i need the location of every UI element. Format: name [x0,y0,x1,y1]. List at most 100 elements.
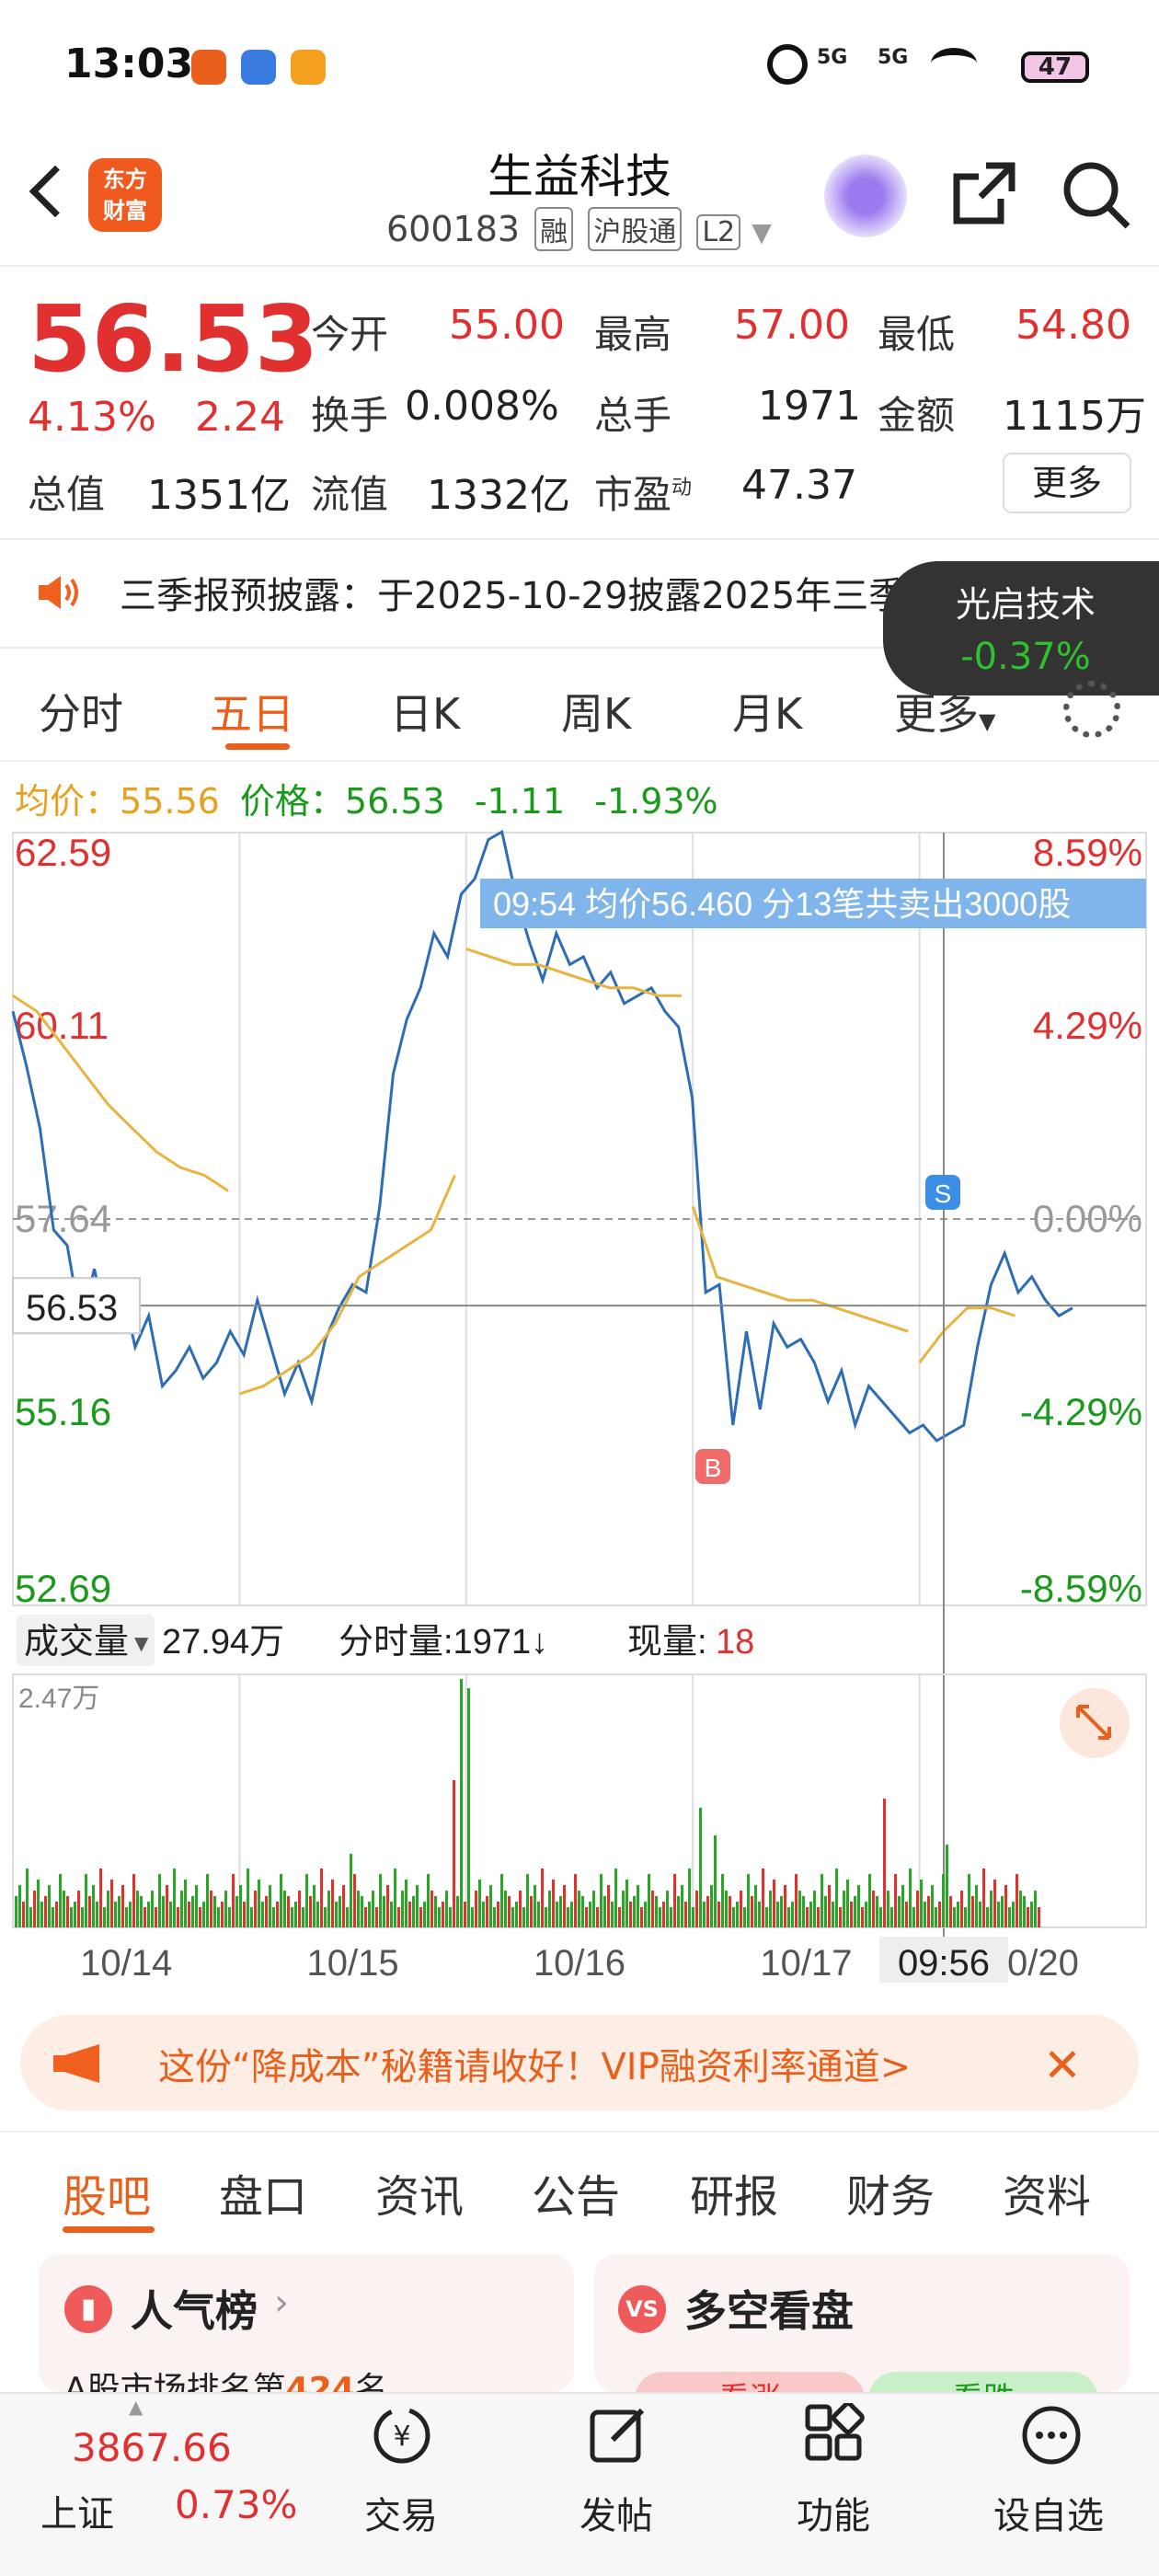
caret-icon: ▼ [979,708,996,734]
x-tick-label: 10/14 [80,1943,172,1983]
tab-more[interactable]: 更多▼ [894,681,995,742]
y-tick-right: 8.59% [1033,831,1142,874]
volume-bar [916,1891,919,1927]
volume-bar [548,1891,551,1927]
five-day-chart[interactable]: 62.59 8.59% 60.11 4.29% 57.64 0.00% 55.16 -4.29… [0,759,1159,1983]
high-label: 最高 [594,312,672,357]
volume-bar [427,1874,430,1927]
volume-bar [1019,1891,1022,1927]
index-name[interactable]: 上证 [40,2484,114,2537]
more-button[interactable]: 更多 [1003,453,1131,513]
volume-bar [59,1874,62,1927]
assistant-avatar-icon[interactable] [824,155,907,237]
y-tick-right: -4.29% [1020,1390,1142,1433]
volume-bar [736,1902,739,1927]
chevron-down-icon[interactable]: ▼ [752,217,772,247]
tab-profile[interactable]: 资料 [1003,2160,1091,2225]
avg-line [918,1306,1016,1364]
nav-post[interactable]: 发帖 [580,2486,653,2539]
index-value[interactable]: 3867.66 [72,2425,232,2470]
tab-finance[interactable]: 财务 [846,2160,935,2225]
bull-bear-title: 多空看盘 [684,2286,854,2336]
volume-bar [401,1891,404,1927]
volume-bar [585,1907,588,1927]
tab-forum[interactable]: 股吧 [63,2160,151,2225]
nav-add-watchlist[interactable]: 设自选 [993,2486,1104,2539]
volume-bar [416,1885,419,1927]
tab-weekly-k[interactable]: 周K [561,681,631,742]
volume-bar [125,1907,128,1927]
volume-bar [169,1902,172,1927]
tab-research[interactable]: 研报 [690,2160,778,2225]
volume-bar [26,1869,29,1927]
volume-bar [419,1907,422,1927]
volume-bar [684,1902,687,1927]
tab-five-day[interactable]: 五日 [210,681,294,742]
nav-function[interactable]: 功能 [797,2486,870,2539]
volume-bar [453,1780,455,1927]
status-time: 13:03 [64,40,194,87]
tab-intraday[interactable]: 分时 [39,681,123,742]
volume-bar [883,1799,886,1927]
tab-daily-k[interactable]: 日K [390,681,460,742]
volume-bar [114,1902,117,1927]
volume-bar [265,1896,268,1927]
volume-bar [868,1874,871,1927]
gear-icon[interactable] [1063,681,1120,738]
share-icon[interactable] [949,158,1019,228]
more-dots-icon[interactable] [1019,2403,1084,2467]
volume-bar [993,1880,996,1927]
volume-bar [188,1902,190,1927]
index-pct[interactable]: 0.73% [175,2482,297,2527]
volume-bar [942,1874,945,1927]
nav-trade[interactable]: 交易 [364,2486,438,2539]
volume-bar [353,1874,356,1927]
volume-bar [162,1896,165,1927]
volume-bar [151,1891,154,1927]
volume-bar [221,1902,224,1927]
volume-bar [213,1896,216,1927]
volume-bar [397,1907,400,1927]
float-value: 1332亿 [427,472,570,519]
volume-bar [184,1880,187,1927]
volume-bar [18,1885,21,1927]
volume-bar [633,1896,636,1927]
tab-monthly-k[interactable]: 月K [732,681,802,742]
volume-bar [747,1874,750,1927]
app-notification-icon [291,50,326,85]
volume-bar [706,1896,709,1927]
tab-orderbook[interactable]: 盘口 [219,2160,307,2225]
tick-volume: 分时量:1971↓ [339,1623,548,1662]
volume-bar [206,1874,209,1927]
tag-margin: 融 [534,207,574,251]
volume-bar [714,1835,717,1927]
volume-bar [412,1896,415,1927]
pe-value: 47.37 [741,462,857,509]
notice-text[interactable]: 三季报预披露：于2025-10-29披露2025年三季报 [120,566,942,619]
tab-announcements[interactable]: 公告 [532,2160,620,2225]
close-icon[interactable]: ✕ [1043,2039,1082,2092]
x-tick-label: 10/15 [307,1943,399,1983]
cursor-time-label: 09:56 [898,1943,990,1983]
volume-bar [478,1880,481,1927]
volume-bar [508,1896,511,1927]
search-icon[interactable] [1060,158,1133,232]
related-stock-bubble[interactable]: 光启技术 -0.37% [883,561,1159,696]
avg-line [691,1205,909,1333]
function-grid-icon[interactable] [802,2403,866,2467]
volume-bar [408,1902,411,1927]
volume-bar [946,1845,948,1927]
mktcap-value: 1351亿 [147,472,291,519]
volume-bar [924,1902,926,1927]
tab-news[interactable]: 资讯 [375,2160,464,2225]
volume-bar [324,1907,327,1927]
trade-icon[interactable]: ¥ [370,2403,434,2467]
promo-text[interactable]: 这份“降成本”秘籍请收好！VIP融资利率通道> [158,2037,911,2090]
stock-code-row[interactable]: 600183 融 沪股通 L2 ▼ [386,207,772,251]
volume-bar [449,1907,452,1927]
volume-bar [751,1896,753,1927]
post-icon[interactable] [587,2403,651,2467]
volume-bar [806,1907,809,1927]
volume-bar [155,1907,157,1927]
volume-bar [887,1891,889,1927]
